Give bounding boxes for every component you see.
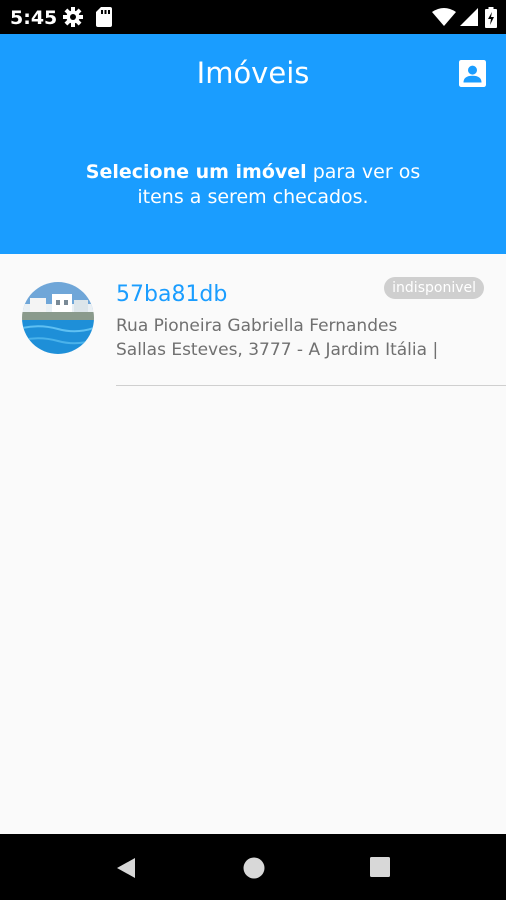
status-bar: 5:45 <box>0 0 506 34</box>
gear-icon <box>63 7 83 27</box>
page-title: Imóveis <box>196 56 310 90</box>
property-code: 57ba81db <box>116 282 228 307</box>
status-badge: indisponivel <box>384 277 484 299</box>
property-address: Rua Pioneira Gabriella Fernandes Sallas … <box>116 314 486 362</box>
account-box-icon[interactable] <box>459 60 486 87</box>
address-line-2: Sallas Esteves, 3777 - A Jardim Itália | <box>116 340 439 360</box>
list-divider <box>116 385 506 386</box>
recents-square-icon[interactable] <box>369 856 391 878</box>
subtitle-bold: Selecione um imóvel <box>85 161 307 183</box>
address-line-1: Rua Pioneira Gabriella Fernandes <box>116 316 398 336</box>
wifi-icon <box>432 8 456 26</box>
subtitle-rest: para ver os <box>306 161 421 183</box>
home-circle-icon[interactable] <box>242 856 266 880</box>
sd-card-icon <box>96 7 112 27</box>
app-header: Imóveis Selecione um imóvel para ver os … <box>0 34 506 254</box>
battery-icon <box>485 7 497 28</box>
header-subtitle: Selecione um imóvel para ver os itens a … <box>0 160 506 210</box>
signal-icon <box>460 8 478 26</box>
status-time: 5:45 <box>10 7 58 29</box>
list-item[interactable]: 57ba81db indisponivel Rua Pioneira Gabri… <box>0 254 506 386</box>
back-triangle-icon[interactable] <box>115 856 137 880</box>
property-thumbnail <box>22 282 94 354</box>
subtitle-line2: itens a serem checados. <box>137 186 369 208</box>
nav-bar <box>0 834 506 900</box>
